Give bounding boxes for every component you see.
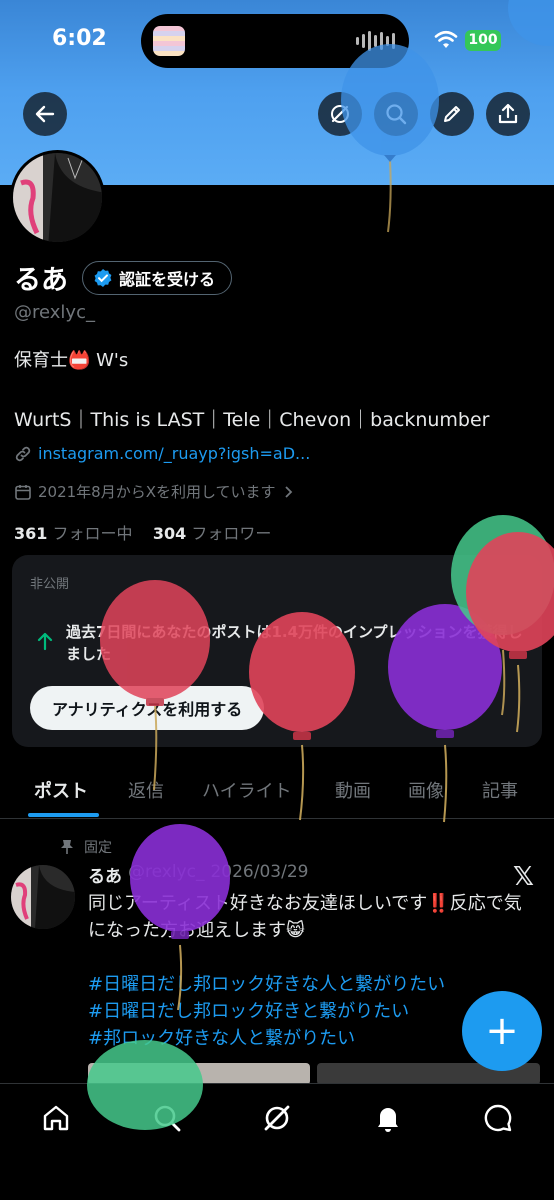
analytics-card: 非公開 過去7日間にあなたのポストは1.4万件のインプレッションを獲得しました … — [12, 555, 542, 747]
tab-videos[interactable]: 動画 — [335, 777, 371, 803]
joined-date-row[interactable]: 2021年8月からXを利用しています — [14, 481, 294, 502]
back-button[interactable] — [23, 92, 67, 136]
display-name: るあ — [14, 265, 68, 296]
analytics-button[interactable]: アナリティクスを利用する — [30, 686, 265, 730]
get-verified-label: 認証を受ける — [119, 269, 216, 289]
battery-indicator: 100 — [465, 30, 501, 51]
name-row: るあ 認証を受ける — [14, 258, 233, 297]
now-playing-app-icon — [153, 26, 185, 56]
following-link[interactable]: 361 フォロー中 — [14, 524, 133, 543]
profile-avatar[interactable] — [10, 150, 105, 245]
status-time: 6:02 — [52, 26, 107, 51]
tab-posts[interactable]: ポスト — [34, 777, 88, 803]
pinned-label: 固定 — [84, 840, 112, 856]
tab-images[interactable]: 画像 — [408, 777, 444, 803]
post-media[interactable] — [88, 1063, 540, 1085]
post-author-avatar[interactable] — [11, 865, 75, 929]
grok-icon — [331, 105, 349, 123]
post-author-handle[interactable]: @rexlyc_ — [128, 862, 204, 887]
x-logo-icon: 𝕏 — [513, 862, 534, 892]
edit-icon — [444, 106, 460, 122]
nav-grok[interactable] — [257, 1098, 297, 1138]
verified-badge-icon — [94, 268, 112, 287]
pinned-indicator: 固定 — [60, 837, 112, 857]
nav-notifications[interactable] — [368, 1098, 408, 1138]
tab-replies[interactable]: 返信 — [128, 777, 164, 803]
back-arrow-icon — [35, 105, 55, 123]
nav-home[interactable] — [36, 1098, 76, 1138]
post-author-name[interactable]: るあ — [88, 862, 122, 887]
hashtag-link[interactable]: #日曜日だし邦ロック好きな人と繋がりたい — [88, 971, 538, 998]
private-label: 非公開 — [30, 577, 70, 592]
calendar-icon — [15, 484, 31, 500]
avatar-photo — [13, 153, 102, 242]
link-icon — [15, 446, 31, 461]
audio-wave-icon — [356, 29, 395, 53]
status-bar: 6:02 100 — [0, 0, 554, 90]
profile-handle: @rexlyc_ — [14, 302, 95, 323]
following-count: 361 — [14, 524, 48, 543]
nav-messages[interactable] — [478, 1098, 518, 1138]
post-header: るあ @rexlyc_ 2026/03/29 — [88, 862, 308, 887]
share-icon — [498, 103, 518, 124]
active-tab-indicator — [28, 813, 99, 817]
get-verified-button[interactable]: 認証を受ける — [82, 260, 233, 295]
post-avatar-photo — [11, 865, 75, 929]
messages-icon — [484, 1104, 512, 1132]
followers-label: フォロワー — [191, 524, 272, 543]
nav-explore[interactable] — [147, 1098, 187, 1138]
share-button[interactable] — [486, 92, 530, 136]
post-text[interactable]: 同じアーティスト好きなお友達ほしいです‼️反応で気になった方お迎えします😸 — [88, 890, 538, 944]
followers-link[interactable]: 304 フォロワー — [153, 524, 272, 543]
follow-stats: 361 フォロー中 304 フォロワー — [14, 520, 271, 544]
explore-icon — [154, 1105, 181, 1132]
bottom-navigation — [0, 1083, 554, 1200]
grok-nav-icon — [264, 1105, 290, 1131]
home-icon — [43, 1105, 69, 1131]
grok-button[interactable] — [318, 92, 362, 136]
compose-post-button[interactable]: + — [462, 991, 542, 1071]
following-label: フォロー中 — [52, 524, 133, 543]
dynamic-island[interactable] — [141, 14, 409, 68]
arrow-up-icon — [37, 632, 53, 651]
search-button[interactable] — [374, 92, 418, 136]
search-icon — [386, 104, 407, 125]
profile-link-text[interactable]: instagram.com/_ruayp?igsh=aD... — [38, 444, 310, 463]
followers-count: 304 — [152, 524, 187, 543]
profile-bio: 保育士📛 W's — [14, 350, 129, 371]
edit-profile-button[interactable] — [430, 92, 474, 136]
profile-tabs: ポスト 返信 ハイライト 動画 画像 記事 — [0, 763, 554, 819]
post-media-image[interactable] — [88, 1063, 310, 1085]
profile-interests: WurtS｜This is LAST｜Tele｜Chevon｜backnumbe… — [14, 409, 490, 431]
wifi-icon — [434, 30, 458, 48]
post-date[interactable]: 2026/03/29 — [210, 862, 308, 887]
notifications-icon — [378, 1108, 398, 1132]
tab-highlights[interactable]: ハイライト — [202, 777, 292, 803]
impressions-text: 過去7日間にあなたのポストは1.4万件のインプレッションを獲得しました — [66, 623, 523, 663]
pin-icon — [61, 840, 73, 854]
profile-link[interactable]: instagram.com/_ruayp?igsh=aD... — [14, 444, 310, 463]
chevron-right-icon — [284, 485, 292, 498]
joined-date: 2021年8月からXを利用しています — [38, 483, 276, 501]
tab-articles[interactable]: 記事 — [482, 777, 518, 803]
